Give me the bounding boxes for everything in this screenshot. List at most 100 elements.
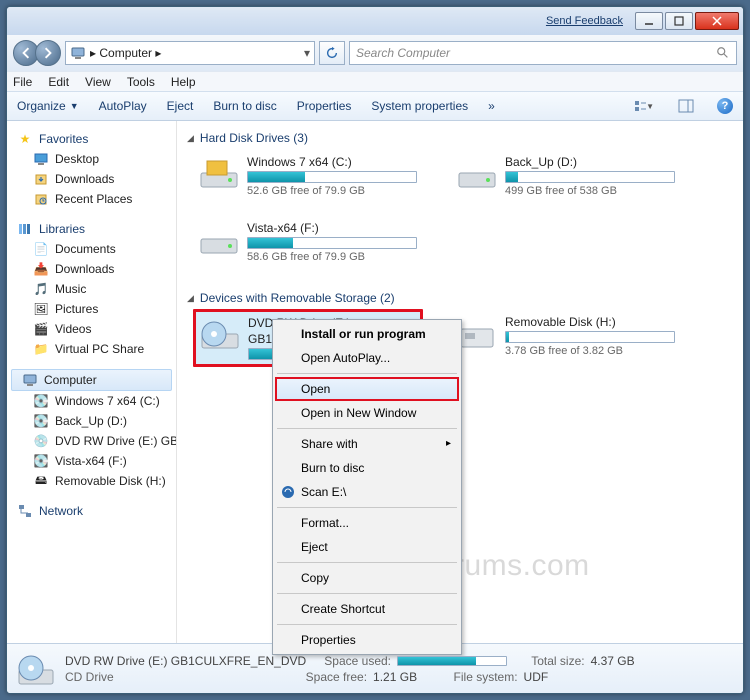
- context-copy[interactable]: Copy: [275, 566, 459, 590]
- context-menu: Install or run program Open AutoPlay... …: [272, 319, 462, 655]
- forward-button[interactable]: [35, 40, 61, 66]
- toolbar-more-button[interactable]: »: [488, 99, 495, 113]
- sidebar-item-drive-f[interactable]: 💽Vista-x64 (F:): [7, 451, 176, 471]
- drive-icon: [457, 155, 497, 193]
- properties-button[interactable]: Properties: [297, 99, 352, 113]
- group-removable-header[interactable]: ◢Devices with Removable Storage (2): [187, 287, 733, 309]
- sidebar-item-documents[interactable]: 📄Documents: [7, 239, 176, 259]
- computer-icon: [70, 45, 86, 61]
- removable-drive-icon: [457, 315, 497, 353]
- autoplay-button[interactable]: AutoPlay: [99, 99, 147, 113]
- separator: [277, 562, 457, 563]
- eject-button[interactable]: Eject: [167, 99, 194, 113]
- maximize-button[interactable]: [665, 12, 693, 30]
- drive-d[interactable]: Back_Up (D:)499 GB free of 538 GB: [451, 149, 681, 203]
- recent-icon: [33, 191, 49, 207]
- address-dropdown-icon[interactable]: ▾: [304, 46, 310, 60]
- sidebar-item-vpc[interactable]: 📁Virtual PC Share: [7, 339, 176, 359]
- group-hdd-header[interactable]: ◢Hard Disk Drives (3): [187, 127, 733, 149]
- breadcrumb[interactable]: ▸ Computer ▸: [90, 46, 161, 60]
- drive-icon: 💽: [33, 393, 49, 409]
- context-header: Install or run program: [275, 322, 459, 346]
- sidebar-item-drive-h[interactable]: 🖴Removable Disk (H:): [7, 471, 176, 491]
- sidebar-item-drive-c[interactable]: 💽Windows 7 x64 (C:): [7, 391, 176, 411]
- preview-pane-button[interactable]: [675, 96, 697, 116]
- downloads-icon: 📥: [33, 261, 49, 277]
- documents-icon: 📄: [33, 241, 49, 257]
- libraries-icon: [17, 221, 33, 237]
- dvd-icon: 💿: [33, 433, 49, 449]
- titlebar: Send Feedback: [7, 7, 743, 35]
- context-properties[interactable]: Properties: [275, 628, 459, 652]
- send-feedback-link[interactable]: Send Feedback: [546, 15, 623, 27]
- context-burn[interactable]: Burn to disc: [275, 456, 459, 480]
- menu-view[interactable]: View: [85, 75, 111, 89]
- drive-c[interactable]: Windows 7 x64 (C:)52.6 GB free of 79.9 G…: [193, 149, 423, 203]
- sidebar-favorites-header[interactable]: ★Favorites: [7, 129, 176, 149]
- details-type: CD Drive: [65, 670, 114, 684]
- details-title: DVD RW Drive (E:) GB1CULXFRE_EN_DVD: [65, 654, 306, 668]
- menu-tools[interactable]: Tools: [127, 75, 155, 89]
- separator: [277, 373, 457, 374]
- minimize-button[interactable]: [635, 12, 663, 30]
- sidebar-item-downloads[interactable]: Downloads: [7, 169, 176, 189]
- nav-buttons: [13, 40, 61, 66]
- separator: [277, 428, 457, 429]
- sidebar-network-header[interactable]: Network: [7, 501, 176, 521]
- sidebar-item-music[interactable]: 🎵Music: [7, 279, 176, 299]
- address-bar[interactable]: ▸ Computer ▸ ▾: [65, 41, 315, 65]
- sidebar-item-desktop[interactable]: Desktop: [7, 149, 176, 169]
- videos-icon: 🎬: [33, 321, 49, 337]
- menu-help[interactable]: Help: [171, 75, 196, 89]
- drive-icon: 💽: [33, 413, 49, 429]
- details-usage-bar: [397, 656, 507, 666]
- separator: [277, 507, 457, 508]
- context-create-shortcut[interactable]: Create Shortcut: [275, 597, 459, 621]
- drive-h[interactable]: Removable Disk (H:)3.78 GB free of 3.82 …: [451, 309, 681, 367]
- computer-icon: [22, 372, 38, 388]
- system-properties-button[interactable]: System properties: [371, 99, 468, 113]
- organize-button[interactable]: Organize ▼: [17, 99, 79, 113]
- scan-icon: [280, 484, 296, 500]
- search-box[interactable]: Search Computer: [349, 41, 737, 65]
- nav-pane: ★Favorites Desktop Downloads Recent Plac…: [7, 121, 177, 643]
- sidebar-item-pictures[interactable]: 🖼Pictures: [7, 299, 176, 319]
- sidebar-computer-header[interactable]: Computer: [11, 369, 172, 391]
- refresh-button[interactable]: [319, 41, 345, 65]
- menubar: File Edit View Tools Help: [7, 71, 743, 91]
- downloads-icon: [33, 171, 49, 187]
- view-mode-button[interactable]: ▼: [633, 96, 655, 116]
- drive-f[interactable]: Vista-x64 (F:)58.6 GB free of 79.9 GB: [193, 215, 423, 269]
- help-button[interactable]: ?: [717, 98, 733, 114]
- star-icon: ★: [17, 131, 33, 147]
- folder-icon: 📁: [33, 341, 49, 357]
- menu-edit[interactable]: Edit: [48, 75, 69, 89]
- submenu-arrow-icon: ▸: [446, 438, 451, 449]
- navbar: ▸ Computer ▸ ▾ Search Computer: [7, 35, 743, 71]
- sidebar-item-drive-d[interactable]: 💽Back_Up (D:): [7, 411, 176, 431]
- sidebar-item-drive-e[interactable]: 💿DVD RW Drive (E:) GB1C: [7, 431, 176, 451]
- sidebar-item-downloads-lib[interactable]: 📥Downloads: [7, 259, 176, 279]
- context-open-autoplay[interactable]: Open AutoPlay...: [275, 346, 459, 370]
- sidebar-libraries-header[interactable]: Libraries: [7, 219, 176, 239]
- collapse-icon: ◢: [187, 293, 194, 304]
- sidebar-item-recent[interactable]: Recent Places: [7, 189, 176, 209]
- sidebar-item-videos[interactable]: 🎬Videos: [7, 319, 176, 339]
- separator: [277, 593, 457, 594]
- context-open[interactable]: Open: [275, 377, 459, 401]
- dvd-drive-icon: [200, 316, 240, 354]
- close-button[interactable]: [695, 12, 739, 30]
- context-scan[interactable]: Scan E:\: [275, 480, 459, 504]
- context-eject[interactable]: Eject: [275, 535, 459, 559]
- burn-button[interactable]: Burn to disc: [213, 99, 276, 113]
- network-icon: [17, 503, 33, 519]
- drive-icon: 💽: [33, 453, 49, 469]
- context-share-with[interactable]: Share with▸: [275, 432, 459, 456]
- dvd-drive-icon: [17, 650, 55, 688]
- desktop-icon: [33, 151, 49, 167]
- context-open-new-window[interactable]: Open in New Window: [275, 401, 459, 425]
- removable-icon: 🖴: [33, 473, 49, 489]
- context-format[interactable]: Format...: [275, 511, 459, 535]
- menu-file[interactable]: File: [13, 75, 32, 89]
- separator: [277, 624, 457, 625]
